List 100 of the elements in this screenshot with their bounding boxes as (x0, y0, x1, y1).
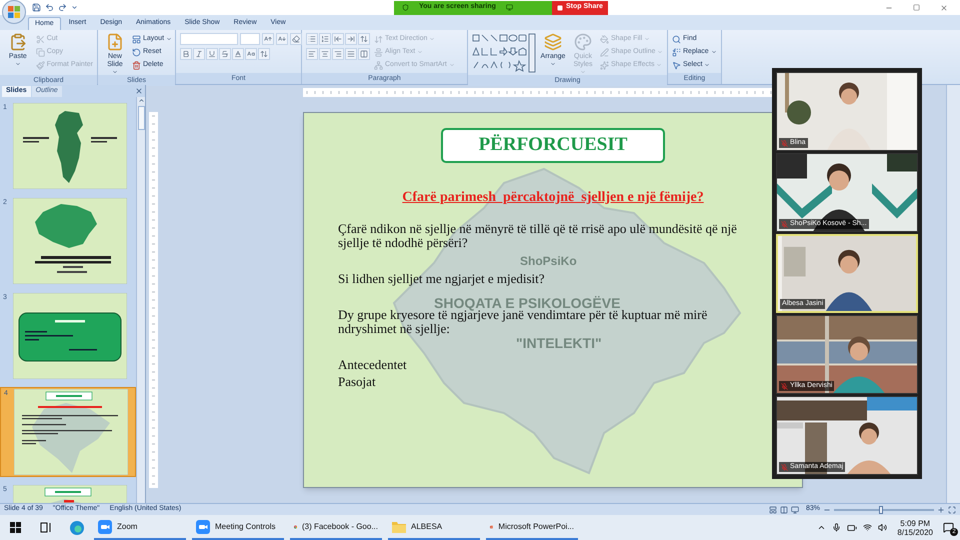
italic-icon[interactable] (193, 48, 205, 60)
taskbar-app[interactable]: Microsoft PowerPoi... (486, 515, 578, 540)
slide-thumbnail[interactable] (13, 198, 127, 284)
caret-icon (112, 69, 118, 75)
notifications-icon[interactable] (943, 522, 954, 533)
caret-icon (14, 61, 21, 67)
slide-thumbnail[interactable] (14, 389, 128, 475)
caret-icon (710, 49, 717, 55)
paint-bucket-icon (600, 34, 609, 44)
layout-icon (132, 34, 141, 44)
battery-icon[interactable] (847, 522, 858, 532)
eraser-icon[interactable] (290, 33, 302, 45)
caret-icon (417, 49, 424, 55)
background-text: SHOQATA E PSIKOLOGËVE (434, 296, 620, 311)
bold-icon[interactable] (180, 48, 192, 60)
numbering-icon[interactable] (319, 33, 331, 45)
slide-paragraph: Çfarë ndikon në sjellje në mënyrë të tillë që të rrisë apo ulë mundësitë që një sjellje të ndodhë përsëri? (338, 222, 738, 250)
shapes-gallery-drawing[interactable] (472, 33, 536, 73)
monitor-icon (506, 4, 513, 11)
caret-icon (644, 36, 650, 42)
new-slide-icon (106, 33, 124, 51)
fit-icon[interactable] (948, 506, 956, 514)
slide-title: PËRFORCUESIT (441, 128, 665, 163)
close-icon[interactable] (940, 4, 948, 12)
font-color-icon[interactable] (232, 48, 244, 60)
justify-icon[interactable] (345, 48, 357, 60)
slideshow-view-icon[interactable] (790, 506, 799, 514)
align-center-icon[interactable] (319, 48, 331, 60)
align-left-icon[interactable] (306, 48, 318, 60)
bullets-icon[interactable] (306, 33, 318, 45)
slide-question: Cfarë parimesh përcaktojnë sjelljen e një fëmije? (402, 189, 704, 207)
line-spacing-icon[interactable] (358, 33, 370, 45)
zoom-thumb[interactable] (879, 506, 883, 514)
underline-icon[interactable] (206, 48, 218, 60)
smartart-icon (374, 60, 383, 70)
text-direction-icon (374, 34, 383, 44)
windows-icon[interactable] (10, 522, 21, 533)
microphone-icon[interactable] (832, 523, 842, 532)
columns-icon[interactable] (358, 48, 370, 60)
scissors-icon (36, 34, 45, 44)
caret-icon (166, 36, 172, 42)
grow-font-icon[interactable] (262, 33, 274, 45)
office-button[interactable] (2, 0, 26, 24)
scrollbar[interactable] (946, 85, 960, 503)
caret-icon (448, 62, 455, 68)
undo-icon[interactable] (45, 3, 54, 12)
customize-icon[interactable] (71, 4, 78, 11)
caret-icon (550, 61, 556, 67)
layers-icon (544, 33, 562, 51)
wifi-icon[interactable] (863, 523, 872, 532)
shrink-font-icon[interactable] (276, 33, 288, 45)
pen-icon (600, 48, 609, 56)
slide-list-item: Antecedentet (338, 358, 408, 372)
caret-icon (429, 36, 436, 42)
slide-paragraph: Si lidhen sjelljet me ngjarjet e mjedisit? (338, 272, 546, 286)
taskbar-app[interactable]: (3) Facebook - Goo... (290, 515, 382, 540)
scroll-thumb[interactable] (138, 106, 144, 130)
reset-icon (132, 48, 141, 56)
speaker-icon[interactable] (878, 523, 888, 532)
slide-thumbnail[interactable] (13, 103, 127, 189)
scroll-up-icon[interactable] (138, 97, 144, 104)
copy-icon (36, 48, 45, 56)
increase-indent-icon[interactable] (345, 33, 357, 45)
pointer-icon (672, 60, 681, 70)
taskbar-app[interactable]: ALBESA (388, 515, 480, 540)
logo-icon (8, 6, 20, 18)
taskbar-app[interactable]: Meeting Controls (192, 515, 284, 540)
normal-view-icon[interactable] (768, 506, 777, 514)
close-icon[interactable] (135, 87, 143, 95)
decrease-indent-icon[interactable] (332, 33, 344, 45)
slide-list-item: Pasojat (338, 375, 377, 389)
chevron-icon[interactable] (817, 523, 826, 532)
taskbar-app[interactable]: Zoom (94, 515, 186, 540)
font-size-field[interactable] (240, 33, 260, 45)
align-right-icon[interactable] (332, 48, 344, 60)
delete-icon (132, 60, 141, 70)
folder-icon (392, 520, 406, 532)
case-icon[interactable] (245, 48, 257, 60)
zoom-in-icon[interactable] (937, 506, 945, 514)
spacing-icon[interactable] (258, 48, 270, 60)
redo-icon[interactable] (58, 3, 67, 12)
background-text: "INTELEKTI" (516, 336, 602, 351)
strikethrough-icon[interactable] (219, 48, 231, 60)
scrollbar[interactable] (136, 97, 145, 503)
font-name-field[interactable] (180, 33, 238, 45)
slide-thumbnail[interactable] (13, 293, 127, 379)
save-icon[interactable] (32, 3, 41, 12)
maximize-icon[interactable] (913, 4, 920, 11)
stop-icon (557, 4, 563, 10)
task-view-icon[interactable] (40, 522, 52, 533)
clipboard-icon (8, 33, 27, 51)
video-camera-icon (98, 520, 112, 534)
caret-icon (580, 69, 586, 75)
video-camera-icon (196, 520, 210, 534)
sorter-view-icon[interactable] (780, 506, 788, 514)
paintbrush-icon (36, 60, 45, 70)
background-text: ShoPsiKo (520, 255, 577, 268)
browser-icon[interactable] (70, 520, 84, 534)
search-icon (672, 34, 681, 44)
caret-icon (656, 62, 662, 68)
